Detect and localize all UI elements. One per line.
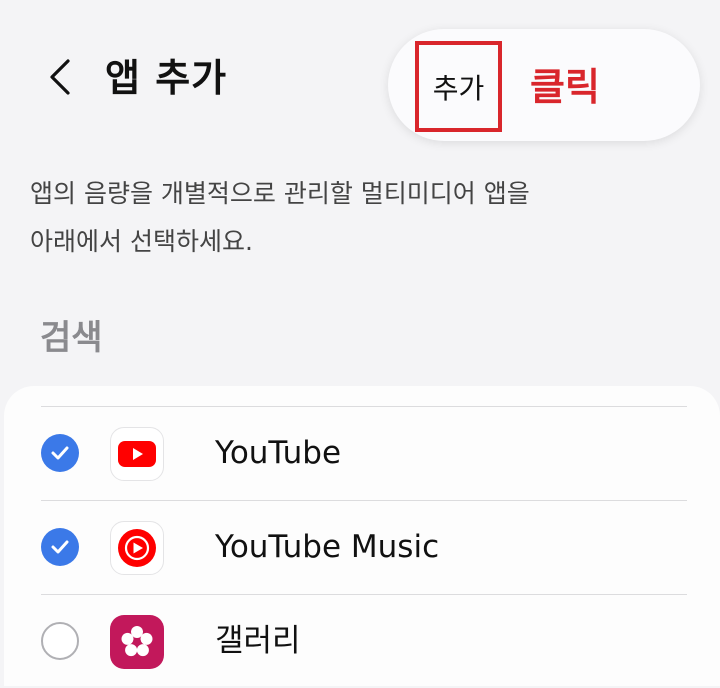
description-line-2: 아래에서 선택하세요. — [30, 227, 253, 256]
app-list: YouTube YouTube Music 갤러리 — [4, 386, 720, 686]
description: 앱의 음량을 개별적으로 관리할 멀티미디어 앱을 아래에서 선택하세요. — [30, 170, 690, 266]
youtube-music-icon — [110, 521, 164, 575]
app-row-youtube-music[interactable]: YouTube Music — [4, 500, 720, 594]
gallery-icon — [110, 615, 164, 669]
click-annotation: 클릭 — [530, 65, 600, 109]
check-icon — [51, 446, 69, 460]
app-name: 갤러리 — [215, 623, 301, 659]
add-button[interactable]: 추가 — [415, 41, 502, 132]
chevron-left-icon — [50, 59, 70, 95]
checkbox-checked[interactable] — [41, 434, 79, 472]
app-name: YouTube Music — [215, 529, 440, 565]
check-icon — [51, 540, 69, 554]
description-line-1: 앱의 음량을 개별적으로 관리할 멀티미디어 앱을 — [30, 179, 530, 208]
app-name: YouTube — [215, 435, 342, 471]
section-title: 검색 — [40, 318, 103, 358]
app-row-gallery[interactable]: 갤러리 — [4, 594, 720, 688]
header: 앱 추가 추가 클릭 — [0, 0, 720, 150]
checkbox-unchecked[interactable] — [41, 622, 79, 660]
youtube-icon — [110, 427, 164, 481]
checkbox-checked[interactable] — [41, 528, 79, 566]
back-button[interactable] — [40, 52, 80, 102]
page-title: 앱 추가 — [105, 56, 228, 100]
app-row-youtube[interactable]: YouTube — [4, 406, 720, 500]
